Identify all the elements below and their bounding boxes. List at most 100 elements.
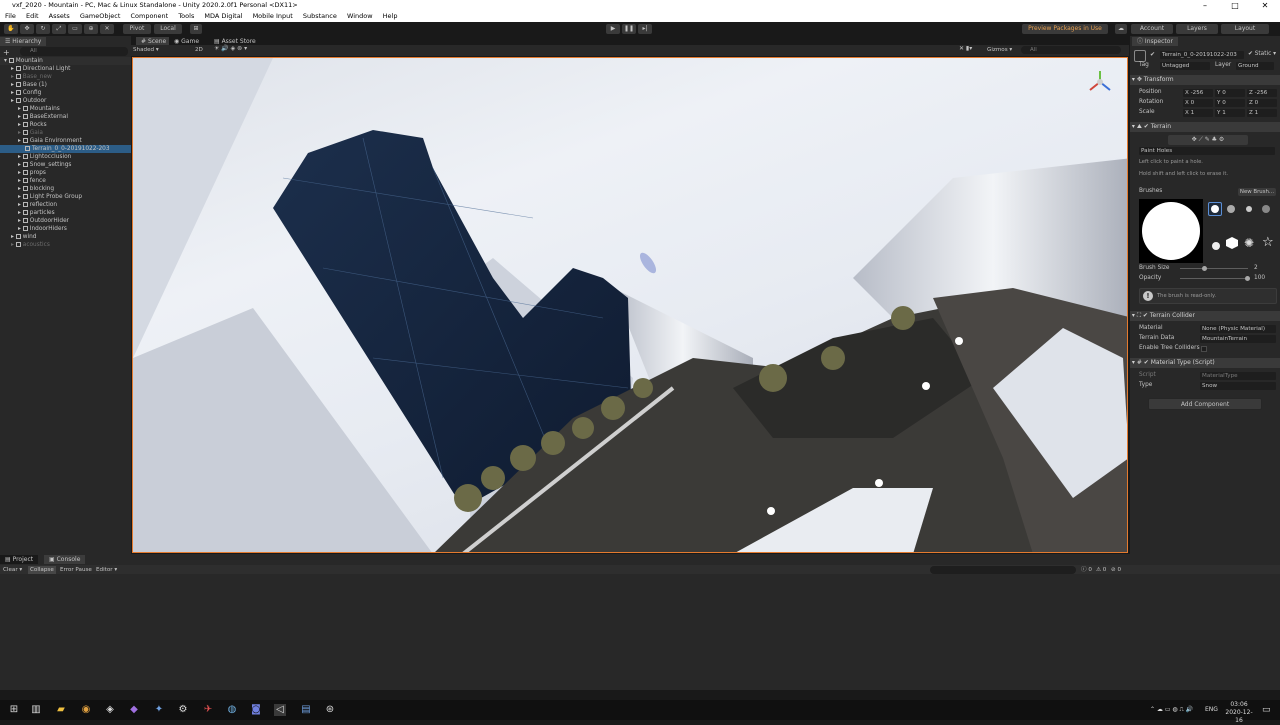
brush-size-thumb[interactable]	[1202, 266, 1207, 271]
menu-file[interactable]: File	[5, 12, 16, 20]
menu-mobile-input[interactable]: Mobile Input	[253, 12, 293, 20]
play-icon[interactable]: ▶	[606, 24, 620, 34]
hierarchy-item[interactable]: ▸ Config	[0, 89, 131, 97]
snap-icon[interactable]: ⊞	[190, 24, 202, 34]
position-y-field[interactable]: Y 0	[1215, 89, 1245, 97]
type-dropdown[interactable]: Snow	[1200, 382, 1276, 390]
object-name-field[interactable]: Terrain_0_0-20191022-203	[1160, 51, 1244, 59]
gizmos-dropdown[interactable]: Gizmos ▾	[987, 46, 1012, 54]
brush-star[interactable]: ☆	[1262, 236, 1274, 249]
brush-soft[interactable]	[1227, 205, 1235, 213]
toggle-2d[interactable]: 2D	[195, 46, 203, 54]
menu-mda-digital[interactable]: MDA Digital	[204, 12, 242, 20]
menu-window[interactable]: Window	[347, 12, 373, 20]
menu-tools[interactable]: Tools	[178, 12, 194, 20]
scene-tools-icon[interactable]: ✕ ▮▾	[959, 45, 972, 52]
scale-x-field[interactable]: X 1	[1183, 109, 1213, 117]
notifications-icon[interactable]: ▭	[1262, 705, 1271, 715]
unity-editor-icon[interactable]: ◁	[274, 704, 286, 716]
new-brush-button[interactable]: New Brush...	[1238, 188, 1276, 196]
local-toggle[interactable]: Local	[154, 24, 182, 34]
move-tool-icon[interactable]: ✥	[20, 24, 34, 34]
hierarchy-item[interactable]: ▸ wind	[0, 233, 131, 241]
add-component-button[interactable]: Add Component	[1148, 398, 1262, 410]
pivot-toggle[interactable]: Pivot	[123, 24, 151, 34]
hierarchy-item[interactable]: ▸ particles	[0, 209, 131, 217]
brush-small[interactable]	[1246, 206, 1252, 212]
tab-console[interactable]: ▣ Console	[44, 555, 86, 564]
tab-hierarchy[interactable]: ☰ Hierarchy	[0, 37, 47, 46]
step-icon[interactable]: ▸|	[638, 24, 652, 34]
scale-tool-icon[interactable]: ⤢	[52, 24, 66, 34]
add-icon[interactable]: +	[3, 48, 10, 57]
brush-fuzzy[interactable]	[1262, 205, 1270, 213]
rect-tool-icon[interactable]: ▭	[68, 24, 82, 34]
maximize-icon[interactable]: □	[1220, 0, 1250, 11]
tab-project[interactable]: ▤ Project	[0, 555, 39, 564]
close-icon[interactable]: ✕	[1250, 0, 1280, 11]
brush-burst[interactable]: ✺	[1244, 237, 1254, 249]
menu-help[interactable]: Help	[383, 12, 398, 20]
hierarchy-item[interactable]: ▸ props	[0, 169, 131, 177]
brush-hexagon[interactable]	[1226, 237, 1238, 249]
terrain-tool-dropdown[interactable]: Paint Holes	[1139, 147, 1275, 155]
hierarchy-item[interactable]: ▸ Gaia Environment	[0, 137, 131, 145]
task-view-icon[interactable]: ▥	[30, 704, 42, 716]
menu-edit[interactable]: Edit	[26, 12, 39, 20]
menu-assets[interactable]: Assets	[49, 12, 70, 20]
rotation-z-field[interactable]: Z 0	[1247, 99, 1277, 107]
hierarchy-item[interactable]: Terrain_0_0-20191022-203	[0, 145, 131, 153]
clear-button[interactable]: Clear ▾	[3, 566, 22, 574]
scene-viewport[interactable]	[132, 57, 1128, 553]
hierarchy-item[interactable]: ▸ BaseExternal	[0, 113, 131, 121]
transform-header[interactable]: ▾ ✥ Transform	[1130, 75, 1280, 85]
hierarchy-item[interactable]: ▸ Mountains	[0, 105, 131, 113]
terrain-collider-header[interactable]: ▾ ⛶ ✔ Terrain Collider	[1130, 311, 1280, 321]
hierarchy-item[interactable]: ▸ blocking	[0, 185, 131, 193]
clock[interactable]: 03:06 2020-12-16	[1222, 701, 1256, 725]
layer-dropdown[interactable]: Ground	[1236, 62, 1274, 70]
tag-dropdown[interactable]: Untagged	[1160, 62, 1210, 70]
windows-start-icon[interactable]: ⊞	[8, 704, 20, 716]
hierarchy-item[interactable]: ▸ OutdoorHider	[0, 217, 131, 225]
discord-icon[interactable]: ◙	[250, 704, 262, 716]
terrain-header[interactable]: ▾ ⛰ ✔ Terrain	[1130, 122, 1280, 132]
brush-size-value[interactable]: 2	[1254, 264, 1258, 273]
hierarchy-search-input[interactable]: All	[20, 47, 128, 56]
error-pause-toggle[interactable]: Error Pause	[60, 566, 92, 574]
shading-dropdown[interactable]: Shaded ▾	[133, 46, 188, 54]
static-toggle[interactable]: ✔ Static ▾	[1248, 50, 1276, 59]
collapse-toggle[interactable]: Collapse	[28, 566, 56, 574]
log-count[interactable]: ⓘ 0	[1081, 566, 1092, 574]
account-dropdown[interactable]: Account	[1131, 24, 1173, 34]
console-search-input[interactable]	[930, 566, 1076, 574]
hierarchy-item[interactable]: ▸ IndoorHiders	[0, 225, 131, 233]
error-count[interactable]: ⊘ 0	[1111, 566, 1121, 574]
minimize-icon[interactable]: –	[1190, 0, 1220, 11]
material-type-header[interactable]: ▾ # ✔ Material Type (Script)	[1130, 358, 1280, 368]
hierarchy-item[interactable]: ▸ Base_new	[0, 73, 131, 81]
menu-component[interactable]: Component	[130, 12, 168, 20]
cloud-icon[interactable]: ☁	[1115, 24, 1127, 34]
rotate-tool-icon[interactable]: ↻	[36, 24, 50, 34]
preview-packages-button[interactable]: Preview Packages in Use	[1022, 24, 1108, 34]
position-z-field[interactable]: Z -256	[1247, 89, 1277, 97]
layers-dropdown[interactable]: Layers	[1176, 24, 1218, 34]
active-checkbox[interactable]: ✔	[1150, 51, 1155, 58]
layout-dropdown[interactable]: Layout	[1221, 24, 1269, 34]
brush-grid[interactable]: ✺ ☆	[1208, 202, 1276, 254]
tree-colliders-checkbox[interactable]	[1201, 346, 1207, 352]
scene-search-input[interactable]: All	[1021, 46, 1121, 54]
app-icon-4[interactable]: ◍	[226, 704, 238, 716]
position-x-field[interactable]: X -256	[1183, 89, 1213, 97]
pause-icon[interactable]: ❚❚	[622, 24, 636, 34]
lighting-toggle-icon[interactable]: ☀ 🔊 ◈ ⊚ ▾	[214, 45, 247, 52]
scene-orientation-gizmo-icon[interactable]	[1088, 70, 1112, 94]
scale-y-field[interactable]: Y 1	[1215, 109, 1245, 117]
warning-count[interactable]: ⚠ 0	[1096, 566, 1106, 574]
hierarchy-item[interactable]: ▸ acoustics	[0, 241, 131, 249]
hierarchy-item[interactable]: ▸ reflection	[0, 201, 131, 209]
app-icon-5[interactable]: ⊛	[324, 704, 336, 716]
language-indicator[interactable]: ENG	[1205, 706, 1218, 713]
transform-tool-icon[interactable]: ⊕	[84, 24, 98, 34]
